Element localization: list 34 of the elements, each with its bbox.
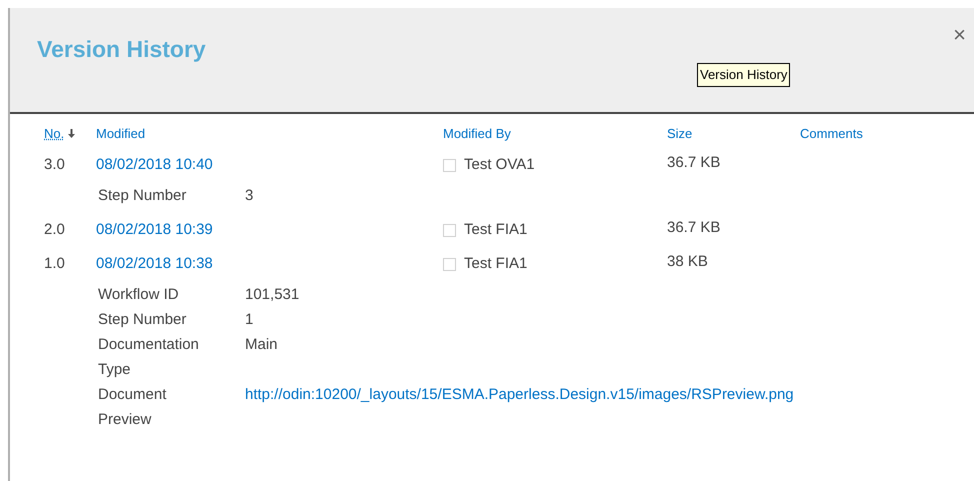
- property-label: Document Preview: [98, 385, 168, 430]
- property-label: Documentation Type: [98, 335, 200, 380]
- property-value: 1: [245, 310, 254, 330]
- close-button[interactable]: ×: [953, 24, 966, 46]
- property-label: Step Number: [98, 310, 188, 330]
- dialog-title: Version History: [37, 35, 206, 64]
- presence-icon: [443, 224, 456, 236]
- presence-icon: [443, 258, 456, 270]
- property-value: 3: [245, 186, 254, 206]
- modified-date-link[interactable]: 08/02/2018 10:39: [96, 218, 443, 242]
- property-value: Main: [245, 335, 279, 355]
- sort-down-icon: [68, 129, 76, 139]
- tooltip: Version History: [697, 63, 790, 86]
- property-value: 101,531: [245, 285, 300, 305]
- modified-date-link[interactable]: 08/02/2018 10:38: [96, 252, 443, 276]
- user-name: Test FIA1: [464, 220, 528, 240]
- presence-icon: [443, 158, 456, 172]
- property-link[interactable]: http://odin:10200/_layouts/15/ESMA.Paperless.Design.v15/images/RSPreview.png: [245, 382, 974, 407]
- version-number: 3.0: [44, 154, 66, 175]
- file-size: 38 KB: [667, 252, 709, 272]
- version-number: 1.0: [44, 254, 66, 274]
- file-size: 36.7 KB: [667, 152, 722, 173]
- user-name: Test FIA1: [464, 254, 528, 274]
- version-number: 2.0: [44, 220, 66, 240]
- user-name: Test OVA1: [464, 154, 535, 175]
- column-header[interactable]: Comments: [800, 124, 863, 144]
- column-header[interactable]: Modified: [96, 124, 146, 144]
- property-label: Step Number: [98, 186, 188, 206]
- property-label: Workflow ID: [98, 285, 180, 305]
- column-header[interactable]: Modified By: [443, 124, 511, 144]
- file-size: 36.7 KB: [667, 218, 722, 238]
- modified-date-link[interactable]: 08/02/2018 10:40: [96, 154, 443, 176]
- column-header[interactable]: No.: [44, 124, 64, 144]
- column-header[interactable]: Size: [667, 124, 692, 144]
